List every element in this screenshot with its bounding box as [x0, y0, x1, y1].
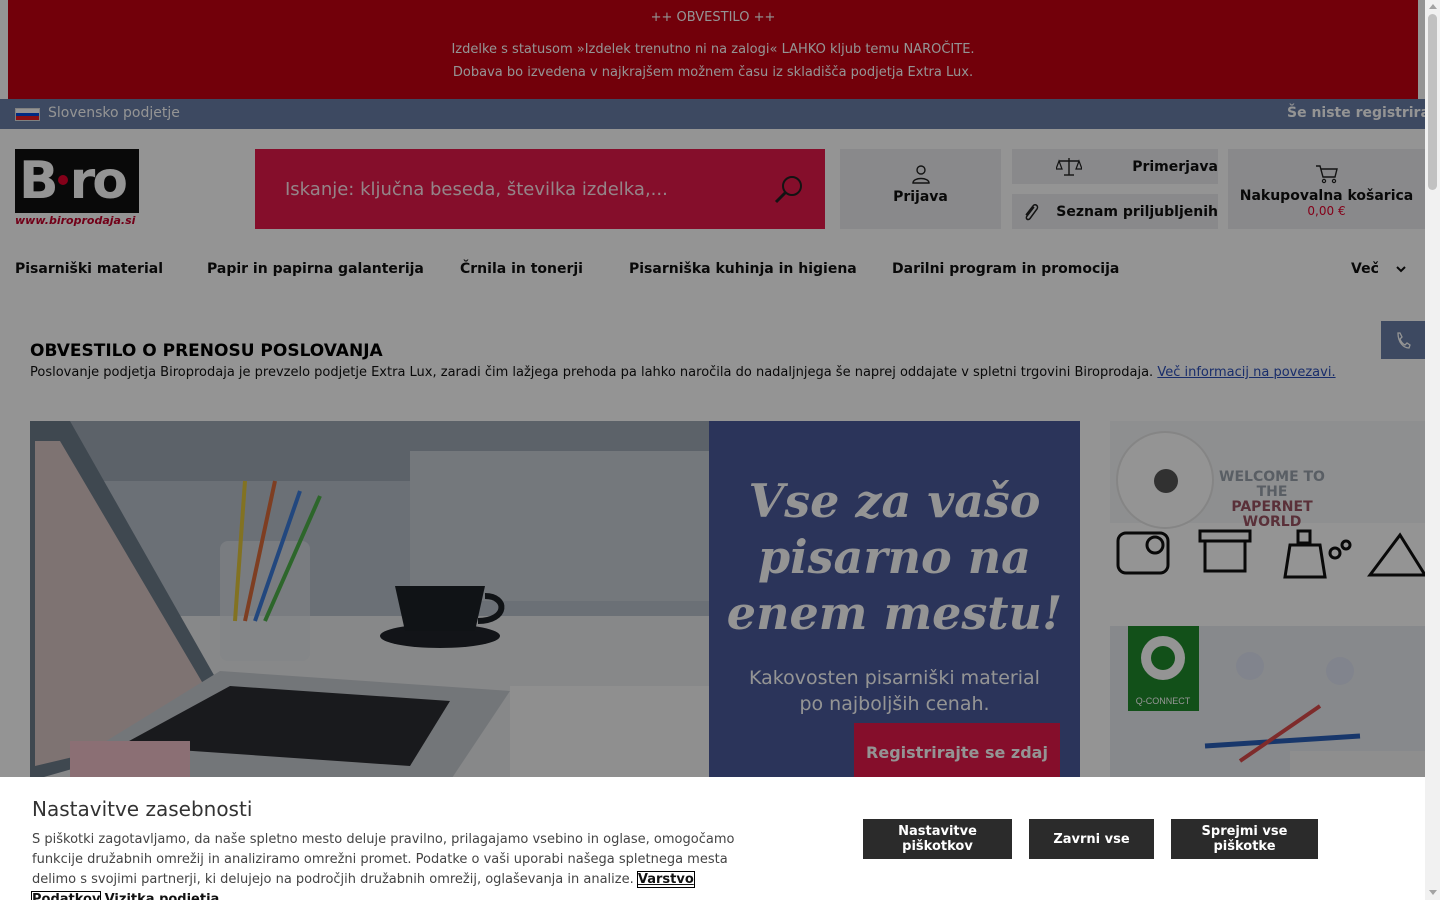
reject-all-button[interactable]: Zavrni vse: [1029, 819, 1154, 859]
cookie-settings-button[interactable]: Nastavitve piškotkov: [863, 819, 1012, 859]
accept-all-cookies-button[interactable]: Sprejmi vse piškotke: [1171, 819, 1318, 859]
page-scrollbar[interactable]: [1425, 0, 1440, 900]
company-info-link[interactable]: Vizitka podjetja: [105, 892, 220, 900]
scrollbar-thumb[interactable]: [1428, 14, 1437, 190]
scroll-down-icon[interactable]: [1429, 890, 1437, 895]
scroll-up-icon[interactable]: [1429, 4, 1437, 9]
cookie-consent-banner: Nastavitve zasebnosti S piškotki zagotav…: [0, 777, 1425, 900]
cookie-text: S piškotki zagotavljamo, da naše spletno…: [31, 830, 752, 900]
cookie-title: Nastavitve zasebnosti: [32, 797, 253, 821]
modal-backdrop[interactable]: [0, 0, 1440, 900]
cookie-body: S piškotki zagotavljamo, da naše spletno…: [32, 832, 735, 887]
